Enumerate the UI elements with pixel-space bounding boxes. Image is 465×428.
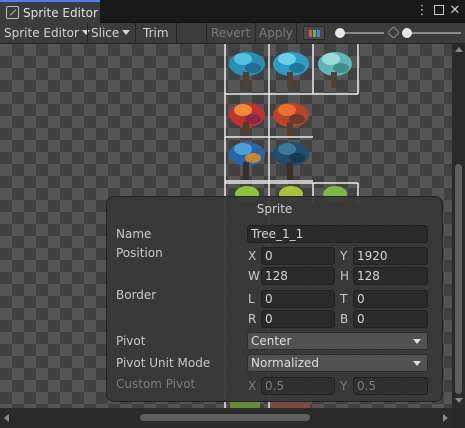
pivot-unit-mode-dropdown[interactable]: Normalized xyxy=(247,354,428,372)
pivot-dropdown[interactable]: Center xyxy=(247,332,428,350)
color-channel-icon[interactable] xyxy=(303,26,325,40)
height-label: H xyxy=(340,269,350,283)
border-t-field[interactable]: 0 xyxy=(353,290,428,308)
toolbar-divider xyxy=(206,23,207,43)
close-icon[interactable]: ✕ xyxy=(447,3,463,19)
position-x-label: X xyxy=(248,249,257,263)
toolbar-divider xyxy=(135,23,136,43)
custom-pivot-x-label: X xyxy=(248,379,257,393)
vertical-scrollbar[interactable] xyxy=(452,44,465,408)
apply-button[interactable]: Apply xyxy=(259,23,293,43)
mip-slider-handle[interactable] xyxy=(402,28,412,38)
custom-pivot-x-field: 0.5 xyxy=(261,377,335,395)
chevron-down-icon xyxy=(413,339,421,344)
sprite-editor-icon xyxy=(6,6,19,19)
width-label: W xyxy=(248,269,260,283)
dropdown-caret-icon xyxy=(81,30,90,35)
maximize-icon[interactable] xyxy=(431,3,447,19)
scroll-up-icon[interactable] xyxy=(455,47,463,52)
scroll-down-icon[interactable] xyxy=(455,398,463,403)
window-titlebar: Sprite Editor ⋮ ✕ xyxy=(0,0,465,23)
mip-level-icon xyxy=(387,26,400,39)
horizontal-scrollbar[interactable] xyxy=(0,408,452,428)
border-r-label: R xyxy=(248,312,257,326)
height-field[interactable]: 128 xyxy=(353,267,428,285)
pivot-dropdown-value: Center xyxy=(251,334,292,348)
pivot-label: Pivot xyxy=(116,334,146,348)
custom-pivot-y-field: 0.5 xyxy=(353,377,428,395)
custom-pivot-y-label: Y xyxy=(340,379,348,393)
position-y-label: Y xyxy=(340,249,348,263)
border-b-label: B xyxy=(340,312,349,326)
vertical-scroll-thumb[interactable] xyxy=(455,164,462,394)
custom-pivot-label: Custom Pivot xyxy=(116,377,196,391)
scroll-left-icon[interactable] xyxy=(4,414,9,422)
slice-dropdown[interactable]: Slice xyxy=(91,23,131,43)
width-field[interactable]: 128 xyxy=(261,267,335,285)
position-y-field[interactable]: 1920 xyxy=(353,247,428,265)
position-label: Position xyxy=(116,246,163,260)
scroll-right-icon[interactable] xyxy=(443,414,448,422)
toolbar-divider xyxy=(87,23,88,43)
slice-dropdown-label: Slice xyxy=(91,26,120,40)
name-label: Name xyxy=(116,227,152,241)
horizontal-scroll-thumb[interactable] xyxy=(140,414,310,421)
border-t-label: T xyxy=(340,292,348,306)
border-label: Border xyxy=(116,288,157,302)
toolbar-divider xyxy=(255,23,256,43)
panel-title: Sprite xyxy=(256,202,293,216)
dropdown-caret-icon xyxy=(122,30,131,35)
border-l-label: L xyxy=(248,292,255,306)
pivot-unit-mode-value: Normalized xyxy=(251,356,320,370)
toolbar-divider xyxy=(176,23,177,43)
sprite-editor-dropdown-label: Sprite Editor xyxy=(4,26,79,40)
border-b-field[interactable]: 0 xyxy=(353,310,428,328)
sprite-inspector-panel: Sprite Name Tree_1_1 Position X 0 Y 1920… xyxy=(106,196,443,402)
tab-title: Sprite Editor xyxy=(23,5,98,20)
border-r-field[interactable]: 0 xyxy=(261,310,335,328)
pivot-unit-mode-label: Pivot Unit Mode xyxy=(116,356,211,370)
border-l-field[interactable]: 0 xyxy=(261,290,335,308)
zoom-slider-handle[interactable] xyxy=(335,28,345,38)
toolbar: Sprite Editor Slice Trim Revert Apply xyxy=(0,23,465,44)
toolbar-divider xyxy=(296,23,297,43)
revert-button[interactable]: Revert xyxy=(211,23,250,43)
position-x-field[interactable]: 0 xyxy=(261,247,335,265)
sprite-editor-dropdown[interactable]: Sprite Editor xyxy=(4,23,90,43)
chevron-down-icon xyxy=(413,361,421,366)
more-options-icon[interactable]: ⋮ xyxy=(414,3,430,19)
trim-button[interactable]: Trim xyxy=(143,23,169,43)
name-field[interactable]: Tree_1_1 xyxy=(247,225,428,243)
tab-sprite-editor[interactable]: Sprite Editor xyxy=(0,0,100,23)
